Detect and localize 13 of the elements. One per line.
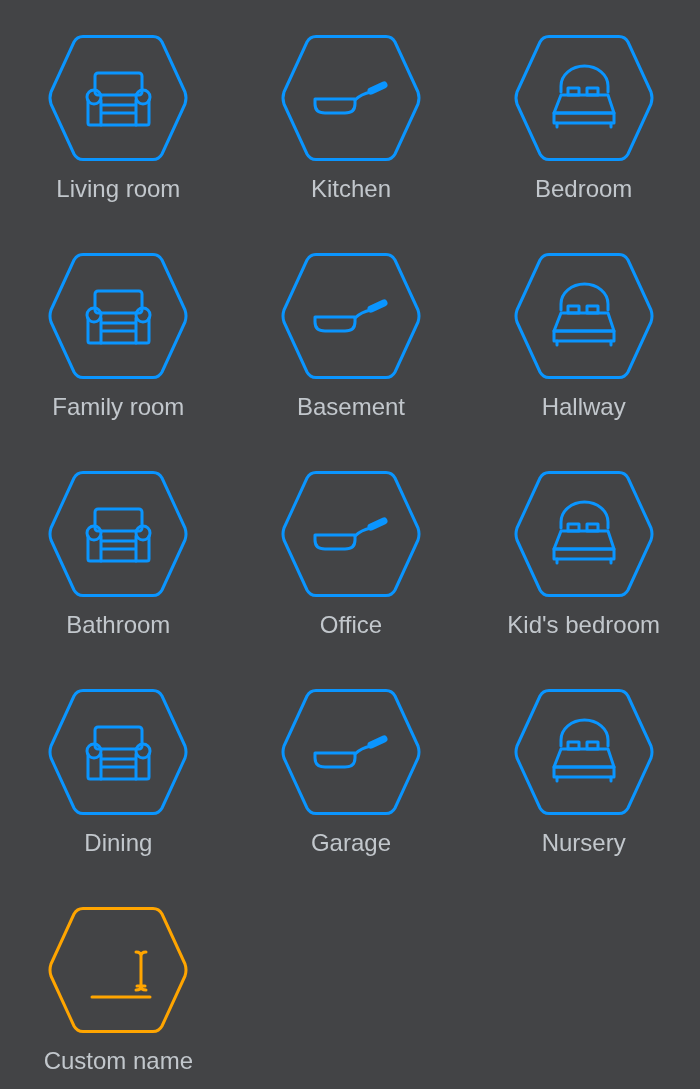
armchair-icon [85, 507, 152, 563]
frying-pan-icon [313, 735, 388, 769]
bed-icon [552, 282, 616, 347]
frying-pan-icon [313, 299, 388, 333]
bed-icon [552, 500, 616, 565]
armchair-icon [85, 289, 152, 345]
frying-pan-icon [313, 81, 388, 115]
armchair-icon [85, 725, 152, 781]
bed-icon [552, 64, 616, 129]
text-cursor-icon [90, 950, 152, 999]
armchair-icon [85, 71, 152, 127]
frying-pan-icon [313, 517, 388, 551]
bed-icon [552, 718, 616, 783]
